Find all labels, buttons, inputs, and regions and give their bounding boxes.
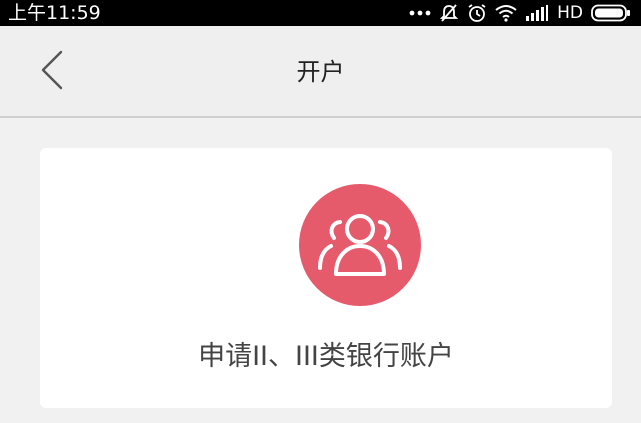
mute-icon [439,3,459,23]
nav-bar: 开户 [0,26,641,118]
status-time: 上午11:59 [8,2,101,24]
signal-icon [525,5,549,21]
card-label: 申请II、III类银行账户 [198,341,454,372]
chevron-left-icon [39,50,65,94]
open-account-card[interactable]: 申请II、III类银行账户 [40,148,612,408]
network-type: HD [557,3,583,23]
more-dots-icon [409,9,431,17]
status-icons: HD [409,3,631,23]
page-title: 开户 [296,58,345,86]
status-bar: 上午11:59 HD [0,0,641,26]
alarm-icon [467,3,487,23]
wifi-icon [495,4,517,22]
main-content: 申请II、III类银行账户 [0,120,641,423]
battery-icon [591,4,631,22]
back-button[interactable] [30,50,74,94]
users-icon [299,184,421,306]
